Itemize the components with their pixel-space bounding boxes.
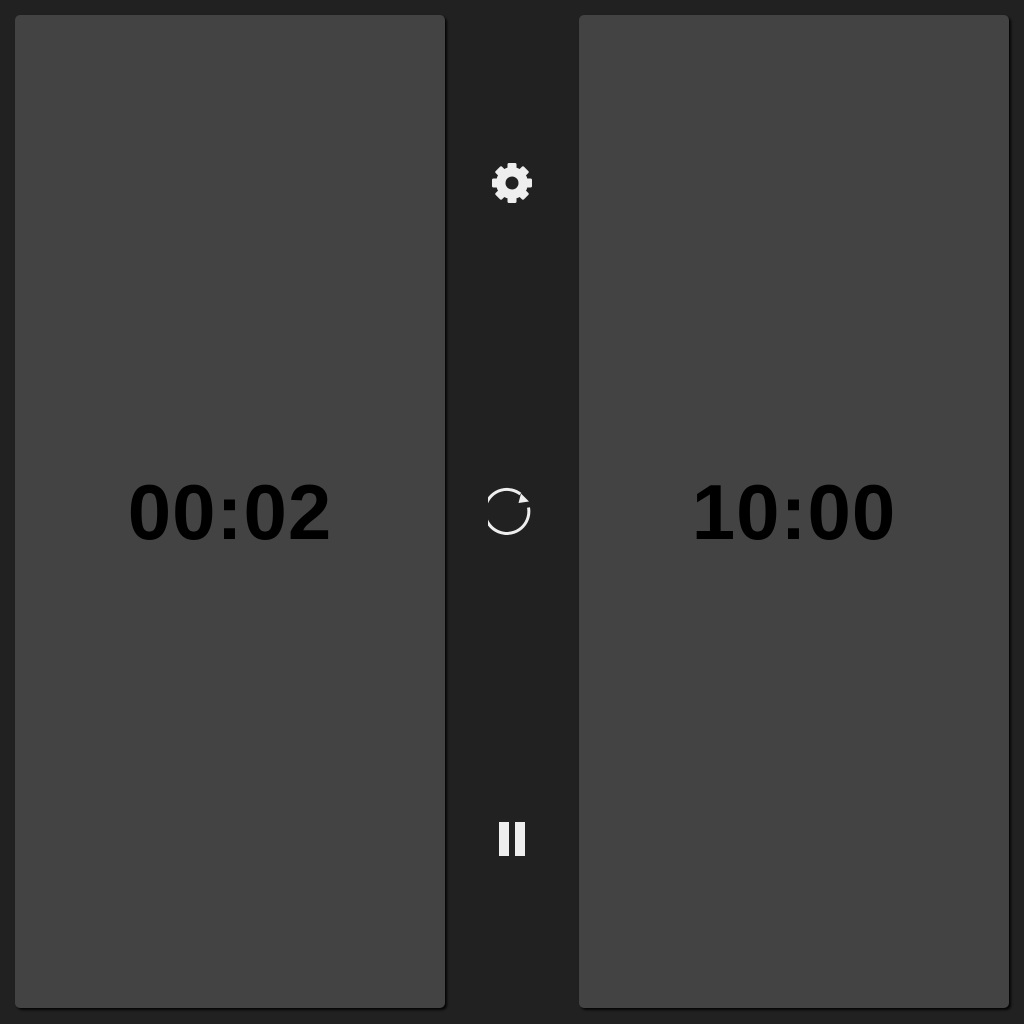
control-column	[445, 0, 579, 1024]
left-clock-panel[interactable]: 00:02	[15, 15, 445, 1008]
right-clock-panel[interactable]: 10:00	[579, 15, 1009, 1008]
left-clock-time: 00:02	[127, 467, 333, 556]
gear-icon	[488, 159, 536, 207]
reset-button[interactable]	[488, 487, 536, 535]
pause-icon	[488, 815, 536, 863]
settings-button[interactable]	[488, 159, 536, 207]
refresh-icon	[488, 487, 536, 535]
right-clock-time: 10:00	[691, 467, 897, 556]
chess-clock-app: 00:02 10:00	[0, 0, 1024, 1024]
pause-button[interactable]	[488, 815, 536, 863]
